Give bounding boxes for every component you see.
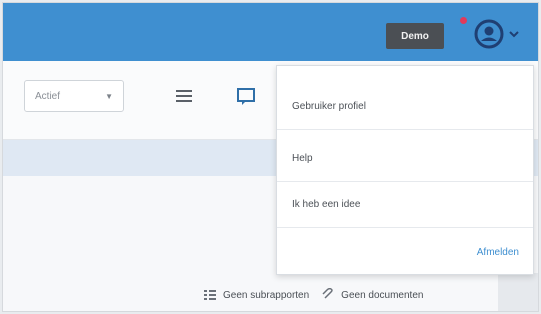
documents-label: Geen documenten	[341, 289, 424, 301]
list-view-icon[interactable]	[173, 85, 195, 107]
notification-dot	[460, 17, 467, 24]
top-navigation-bar: Demo	[3, 3, 538, 61]
status-select[interactable]: Actief ▼	[24, 80, 124, 112]
caret-down-icon: ▼	[105, 91, 113, 101]
subreports-icon	[204, 290, 216, 300]
chat-icon[interactable]	[235, 85, 257, 107]
menu-item-label: Help	[292, 153, 313, 164]
menu-item-help[interactable]: Help	[277, 136, 533, 182]
user-dropdown-menu: Gebruiker profiel Help Ik heb een idee A…	[276, 65, 534, 275]
paperclip-icon	[322, 288, 333, 299]
subreports-label: Geen subrapporten	[223, 289, 310, 301]
app-window: Demo Actief ▼ Geen subrapporten Geen doc…	[2, 2, 539, 312]
chevron-down-icon[interactable]	[508, 29, 520, 39]
menu-item-user-profile[interactable]: Gebruiker profiel	[277, 84, 533, 130]
documents-action[interactable]: Geen documenten	[321, 288, 423, 302]
logout-link[interactable]: Afmelden	[477, 247, 519, 258]
subreports-action[interactable]: Geen subrapporten	[203, 288, 309, 302]
action-row: Geen subrapporten Geen documenten	[203, 284, 423, 306]
menu-item-idea[interactable]: Ik heb een idee	[277, 182, 533, 228]
status-select-value: Actief	[35, 90, 61, 102]
menu-item-label: Ik heb een idee	[292, 199, 361, 210]
user-circle-icon[interactable]	[474, 19, 504, 49]
menu-item-label: Gebruiker profiel	[292, 101, 366, 112]
scroll-strip	[498, 273, 538, 311]
demo-badge[interactable]: Demo	[386, 23, 444, 49]
